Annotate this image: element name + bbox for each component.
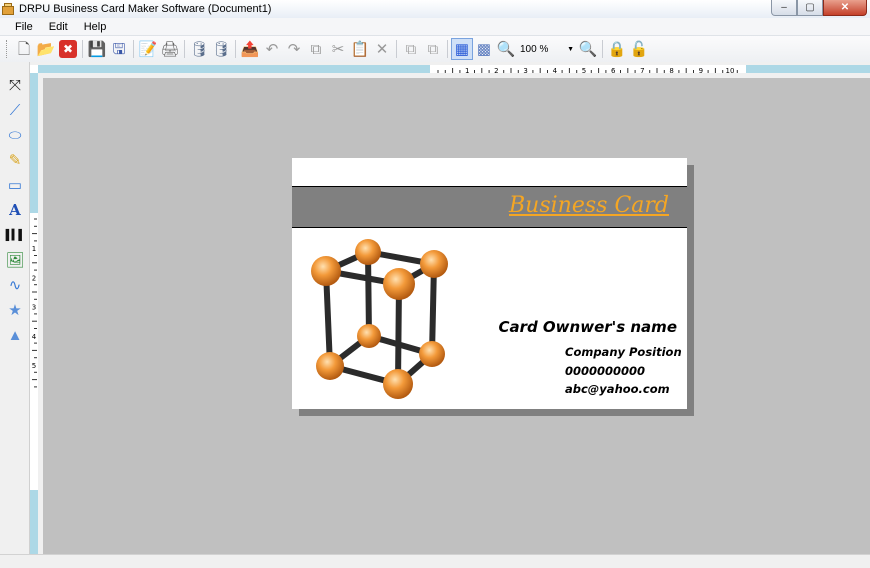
toolbar-separator [235, 40, 236, 58]
zoom-combo[interactable]: 100 % ▼ [517, 40, 577, 58]
left-ruler-ticks: 1 2 3 4 5 [32, 218, 37, 388]
new-document-icon[interactable]: 🗋 [13, 38, 35, 60]
rectangle-tool-icon[interactable]: ▭ [4, 174, 26, 196]
delete-icon[interactable]: ✕ [371, 38, 393, 60]
menu-help[interactable]: Help [76, 21, 115, 33]
ruler-label: 3 [523, 67, 527, 74]
ruler-label: 3 [32, 304, 36, 312]
main-toolbar: 🗋 📂 ✖ 💾 🖫 📝 🖨 🛢 🛢 📤 ↶ ↷ ⧉ ✂ 📋 ✕ ⧉ ⧉ ▦ ▩ … [0, 36, 870, 62]
tool-strip: ⤧ ⟋ ⬭ ✎ ▭ A ▌▍▌ 🖼 ∿ ★ ▲ [0, 62, 30, 554]
zoom-value: 100 % [520, 43, 549, 55]
line-tool-icon[interactable]: ⟋ [4, 99, 26, 121]
edit-icon[interactable]: 📝 [137, 38, 159, 60]
pencil-tool-icon[interactable]: ✎ [4, 149, 26, 171]
toolbar-separator [184, 40, 185, 58]
close-button[interactable]: ✕ [823, 0, 867, 16]
toolbar-grip[interactable] [6, 40, 9, 58]
app-icon [1, 2, 15, 16]
lock-icon[interactable]: 🔒 [606, 38, 628, 60]
menu-file[interactable]: File [7, 21, 41, 33]
toolbar-separator [82, 40, 83, 58]
ruler-label: 8 [669, 67, 673, 74]
toolbar-separator [396, 40, 397, 58]
card-position[interactable]: Company Position [565, 345, 682, 359]
ruler-label: 4 [32, 333, 37, 341]
undo-icon[interactable]: ↶ [261, 38, 283, 60]
send-back-icon[interactable]: ⧉ [422, 38, 444, 60]
database-import-icon[interactable]: 🛢 [188, 38, 210, 60]
top-ruler: 1 2 3 4 5 6 7 8 9 10 [30, 65, 870, 75]
business-card[interactable]: Business Card Card Ownwer's name Company… [292, 158, 687, 409]
left-ruler-scale: 1 2 3 4 5 [30, 213, 38, 490]
ruler-label: 9 [699, 67, 703, 74]
ruler-label: 2 [494, 67, 498, 74]
redo-icon[interactable]: ↷ [283, 38, 305, 60]
triangle-tool-icon[interactable]: ▲ [4, 324, 26, 346]
toolbar-separator [447, 40, 448, 58]
barcode-tool-icon[interactable]: ▌▍▌ [4, 224, 26, 246]
cut-icon[interactable]: ✂ [327, 38, 349, 60]
ruler-label: 2 [32, 274, 36, 282]
card-phone[interactable]: 0000000000 [565, 364, 645, 378]
ellipse-tool-icon[interactable]: ⬭ [4, 124, 26, 146]
left-ruler: 1 2 3 4 5 [30, 73, 38, 554]
select-pointer-icon[interactable]: ⤧ [4, 74, 26, 96]
window-title: DRPU Business Card Maker Software (Docum… [19, 3, 272, 15]
title-bar: DRPU Business Card Maker Software (Docum… [0, 0, 870, 18]
ruler-label: 1 [465, 67, 469, 74]
toolbar-separator [133, 40, 134, 58]
ruler-label: 5 [32, 362, 36, 370]
unlock-icon[interactable]: 🔓 [628, 38, 650, 60]
bring-front-icon[interactable]: ⧉ [400, 38, 422, 60]
menu-edit[interactable]: Edit [41, 21, 76, 33]
zoom-out-icon[interactable]: 🔍 [577, 38, 599, 60]
ruler-label: 6 [611, 67, 616, 74]
molecule-cube-graphic[interactable] [306, 236, 456, 401]
save-as-icon[interactable]: 🖫 [108, 38, 130, 60]
save-icon[interactable]: 💾 [86, 38, 108, 60]
minimize-button[interactable]: – [771, 0, 797, 16]
menu-bar: File Edit Help [0, 18, 870, 36]
star-tool-icon[interactable]: ★ [4, 299, 26, 321]
card-email[interactable]: abc@yahoo.com [565, 382, 670, 396]
maximize-button[interactable]: ▢ [797, 0, 823, 16]
ruler-label: 1 [32, 245, 36, 253]
card-title[interactable]: Business Card [509, 193, 669, 218]
grid-icon[interactable]: ▦ [451, 38, 473, 60]
chevron-down-icon[interactable]: ▼ [567, 46, 574, 53]
card-owner-name[interactable]: Card Ownwer's name [498, 318, 677, 336]
copy-icon[interactable]: ⧉ [305, 38, 327, 60]
top-ruler-scale: 1 2 3 4 5 6 7 8 9 10 [430, 65, 746, 75]
image-tool-icon[interactable]: 🖼 [4, 249, 26, 271]
ruler-label: 4 [553, 67, 558, 74]
close-document-icon[interactable]: ✖ [59, 40, 77, 58]
grid-toggle-icon[interactable]: ▩ [473, 38, 495, 60]
paste-icon[interactable]: 📋 [349, 38, 371, 60]
ruler-label: 5 [582, 67, 586, 74]
export-icon[interactable]: 📤 [239, 38, 261, 60]
ruler-corner [30, 65, 38, 73]
ruler-label: 7 [640, 67, 644, 74]
window-controls: – ▢ ✕ [771, 0, 867, 16]
curve-tool-icon[interactable]: ∿ [4, 274, 26, 296]
open-folder-icon[interactable]: 📂 [35, 38, 57, 60]
toolbar-separator [602, 40, 603, 58]
zoom-in-icon[interactable]: 🔍 [495, 38, 517, 60]
top-ruler-ticks: 1 2 3 4 5 6 7 8 9 10 [437, 67, 738, 75]
print-icon[interactable]: 🖨 [159, 38, 181, 60]
status-bar [0, 554, 870, 568]
text-tool-icon[interactable]: A [4, 199, 26, 221]
ruler-label: 10 [726, 67, 735, 74]
card-header-band[interactable]: Business Card [292, 186, 687, 228]
database-icon[interactable]: 🛢 [210, 38, 232, 60]
